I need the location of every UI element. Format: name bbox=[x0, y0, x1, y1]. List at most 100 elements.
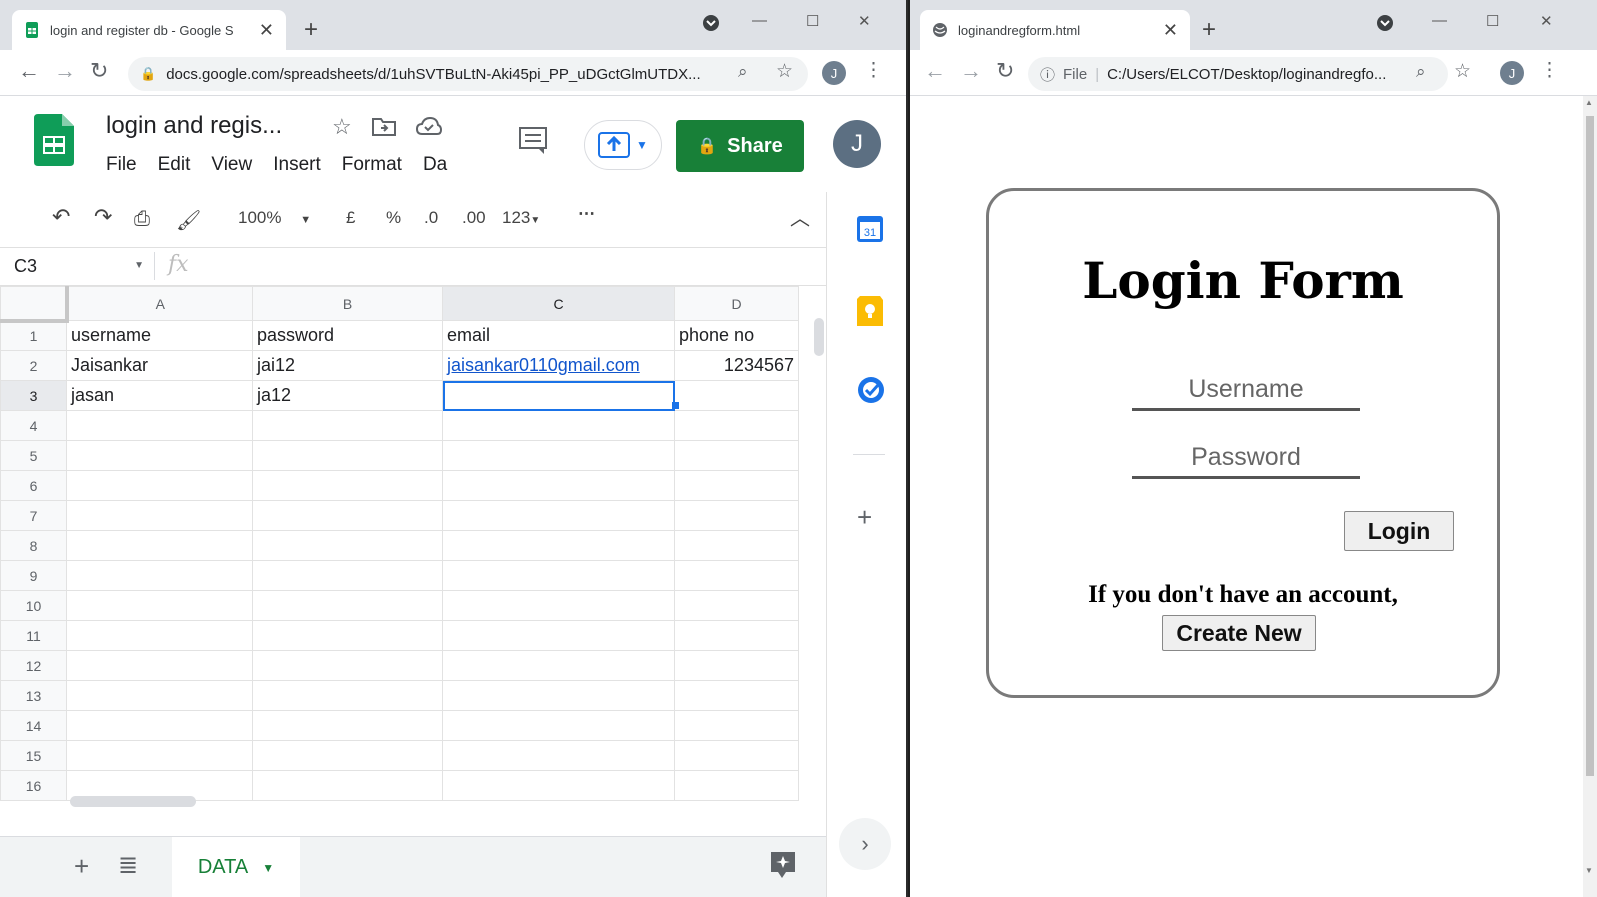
cell[interactable] bbox=[442, 710, 675, 741]
reload-icon[interactable]: ↻ bbox=[90, 60, 108, 82]
bookmark-star-icon[interactable]: ☆ bbox=[776, 62, 793, 81]
cell[interactable] bbox=[252, 530, 443, 561]
vertical-scrollbar[interactable] bbox=[812, 286, 826, 810]
minimize-icon[interactable]: — bbox=[1432, 12, 1447, 29]
cell[interactable] bbox=[66, 710, 253, 741]
row-header[interactable]: 13 bbox=[0, 680, 67, 711]
address-bar[interactable]: ⓘ File | C:/Users/ELCOT/Desktop/loginand… bbox=[1028, 57, 1448, 91]
present-button[interactable]: ▼ bbox=[584, 120, 662, 170]
back-icon[interactable]: ← bbox=[924, 60, 946, 82]
cell[interactable] bbox=[674, 680, 799, 711]
maximize-icon[interactable]: ☐ bbox=[806, 12, 819, 30]
cell[interactable] bbox=[442, 770, 675, 801]
comments-icon[interactable] bbox=[518, 126, 548, 161]
browser-menu-icon[interactable]: ⋮ bbox=[1540, 61, 1559, 80]
cell-c2[interactable]: jaisankar0110gmail.com bbox=[442, 350, 675, 381]
cell[interactable] bbox=[66, 590, 253, 621]
forward-icon[interactable]: → bbox=[54, 60, 76, 82]
cell-b2[interactable]: jai12 bbox=[252, 350, 443, 381]
cell[interactable] bbox=[252, 740, 443, 771]
scroll-thumb[interactable] bbox=[814, 318, 824, 356]
share-button[interactable]: 🔒 Share bbox=[676, 120, 804, 172]
new-tab-icon[interactable]: + bbox=[304, 18, 318, 42]
cell[interactable] bbox=[674, 710, 799, 741]
cell[interactable] bbox=[442, 650, 675, 681]
scroll-down-icon[interactable]: ▼ bbox=[1585, 866, 1593, 875]
cell[interactable] bbox=[442, 410, 675, 441]
cell[interactable] bbox=[66, 500, 253, 531]
cell[interactable] bbox=[674, 470, 799, 501]
star-icon[interactable]: ☆ bbox=[332, 114, 352, 140]
cloud-status-icon[interactable] bbox=[415, 116, 443, 141]
row-header[interactable]: 8 bbox=[0, 530, 67, 561]
cell-a3[interactable]: jasan bbox=[66, 380, 253, 411]
row-header[interactable]: 12 bbox=[0, 650, 67, 681]
cell[interactable] bbox=[66, 440, 253, 471]
calendar-icon[interactable]: 31 bbox=[857, 216, 883, 247]
cell-b1[interactable]: password bbox=[252, 320, 443, 351]
cell[interactable] bbox=[66, 680, 253, 711]
cell-a2[interactable]: Jaisankar bbox=[66, 350, 253, 381]
cell[interactable] bbox=[674, 650, 799, 681]
add-addon-icon[interactable]: + bbox=[857, 502, 872, 533]
increase-decimal-button[interactable]: .00 bbox=[462, 208, 486, 228]
cell[interactable] bbox=[674, 500, 799, 531]
cell[interactable] bbox=[252, 440, 443, 471]
column-header-d[interactable]: D bbox=[674, 286, 799, 321]
menu-edit[interactable]: Edit bbox=[158, 154, 191, 176]
tab-loginandregform[interactable]: loginandregform.html ✕ bbox=[920, 10, 1190, 50]
cell-d1[interactable]: phone no bbox=[674, 320, 799, 351]
cell[interactable] bbox=[66, 650, 253, 681]
cell[interactable] bbox=[442, 740, 675, 771]
cell[interactable] bbox=[66, 470, 253, 501]
zoom-select[interactable]: 100% ▼ bbox=[238, 208, 311, 228]
cell[interactable] bbox=[442, 470, 675, 501]
cell[interactable] bbox=[442, 440, 675, 471]
cell[interactable] bbox=[252, 710, 443, 741]
reload-icon[interactable]: ↻ bbox=[996, 60, 1014, 82]
cell[interactable] bbox=[66, 560, 253, 591]
row-header[interactable]: 14 bbox=[0, 710, 67, 741]
profile-avatar[interactable]: J bbox=[1500, 61, 1524, 85]
cell-c1[interactable]: email bbox=[442, 320, 675, 351]
sheets-logo-icon[interactable] bbox=[34, 114, 74, 171]
row-header[interactable]: 7 bbox=[0, 500, 67, 531]
horizontal-scrollbar[interactable] bbox=[70, 796, 196, 807]
cell[interactable] bbox=[674, 440, 799, 471]
email-link[interactable]: jaisankar0110gmail.com bbox=[447, 355, 640, 375]
add-sheet-icon[interactable]: + bbox=[74, 851, 89, 882]
menu-view[interactable]: View bbox=[211, 154, 252, 176]
row-header[interactable]: 4 bbox=[0, 410, 67, 441]
cell[interactable] bbox=[442, 590, 675, 621]
cell[interactable] bbox=[674, 740, 799, 771]
maximize-icon[interactable]: ☐ bbox=[1486, 12, 1499, 30]
row-header[interactable]: 1 bbox=[0, 320, 67, 351]
redo-icon[interactable]: ↷ bbox=[94, 204, 112, 230]
cell[interactable] bbox=[674, 770, 799, 801]
menu-insert[interactable]: Insert bbox=[273, 154, 321, 176]
password-input[interactable] bbox=[1132, 439, 1360, 479]
username-input[interactable] bbox=[1132, 371, 1360, 411]
account-avatar[interactable]: J bbox=[833, 120, 881, 168]
more-options-icon[interactable]: ⋯ bbox=[578, 204, 595, 224]
cell[interactable] bbox=[674, 560, 799, 591]
cell[interactable] bbox=[252, 470, 443, 501]
new-tab-icon[interactable]: + bbox=[1202, 18, 1216, 42]
cell[interactable] bbox=[442, 680, 675, 711]
close-window-icon[interactable]: ✕ bbox=[1540, 12, 1553, 30]
scroll-thumb[interactable] bbox=[1586, 116, 1594, 776]
cell[interactable] bbox=[66, 410, 253, 441]
cell[interactable] bbox=[442, 500, 675, 531]
cell[interactable] bbox=[252, 410, 443, 441]
cell[interactable] bbox=[674, 530, 799, 561]
cell[interactable] bbox=[252, 560, 443, 591]
cell[interactable] bbox=[66, 620, 253, 651]
cell-c3-selected[interactable] bbox=[442, 380, 675, 411]
currency-format-button[interactable]: £ bbox=[346, 208, 355, 228]
close-tab-icon[interactable]: ✕ bbox=[1163, 20, 1178, 41]
row-header[interactable]: 10 bbox=[0, 590, 67, 621]
cell-d3[interactable] bbox=[674, 380, 799, 411]
close-tab-icon[interactable]: ✕ bbox=[259, 20, 274, 41]
cell-a1[interactable]: username bbox=[66, 320, 253, 351]
row-header[interactable]: 5 bbox=[0, 440, 67, 471]
